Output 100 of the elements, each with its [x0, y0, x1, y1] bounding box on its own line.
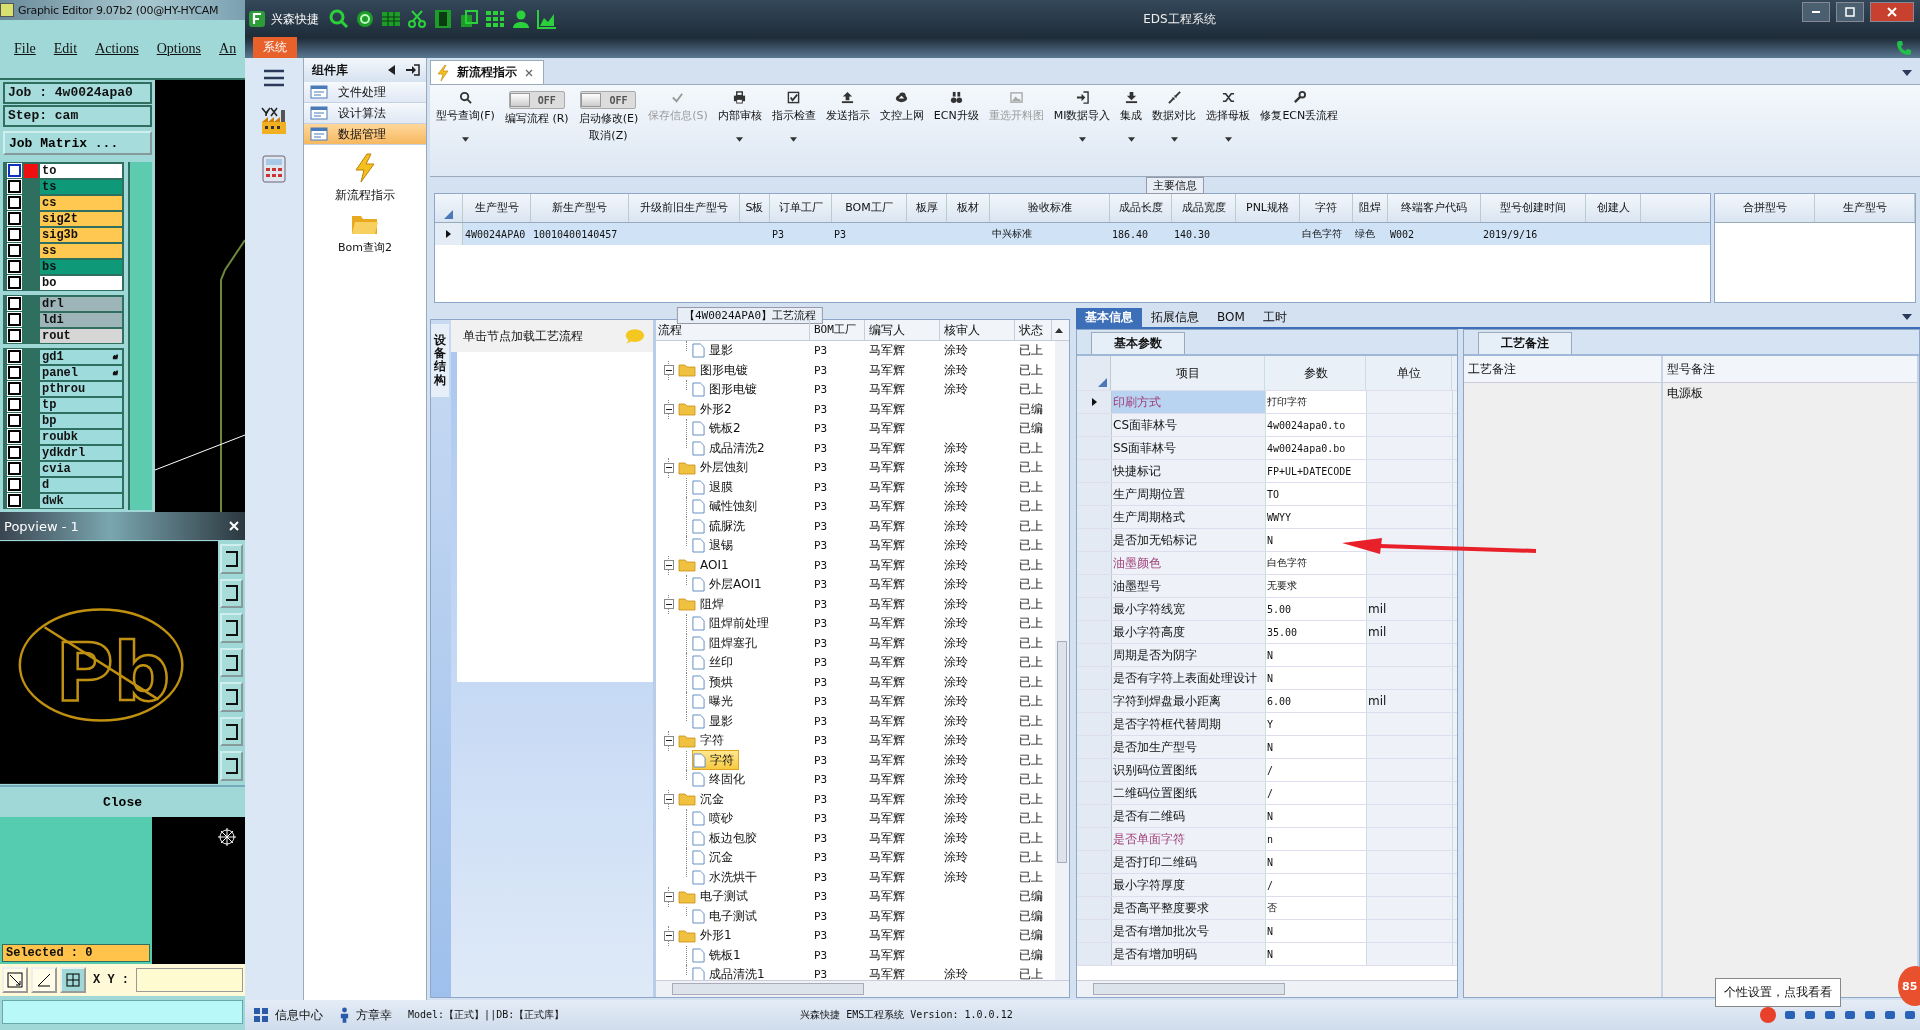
table-cell: P3 — [814, 909, 828, 923]
table-cell: 马军辉 — [869, 830, 905, 845]
table-cell: P3 — [814, 851, 828, 865]
table-cell: TO — [1266, 483, 1367, 505]
table-cell: 马军辉 — [869, 674, 905, 689]
table-cell: N — [1266, 736, 1367, 758]
table-cell: 马军辉 — [869, 850, 905, 865]
table-cell: 涂玲 — [944, 635, 968, 650]
table-cell: 绿色 — [1355, 228, 1375, 239]
table-cell: mil — [1368, 602, 1387, 616]
table-cell: 4W0024APA0 — [465, 228, 526, 240]
table-cell: P3 — [814, 597, 828, 611]
table-cell: P3 — [814, 500, 828, 514]
table-cell: 涂玲 — [944, 343, 968, 358]
table-cell: P3 — [814, 383, 828, 397]
table-cell: 已上 — [1019, 538, 1043, 553]
table-cell: 马军辉 — [869, 928, 905, 943]
window-title: Graphic Editor 9.07b2 (00@HY-HYCAM — [18, 3, 219, 17]
table-cell: N — [1266, 644, 1367, 666]
app-name: 兴森快捷 — [271, 10, 319, 28]
table-cell: P3 — [814, 656, 828, 670]
table-cell: 中兴标准 — [992, 228, 1032, 239]
table-cell: 已上 — [1019, 460, 1043, 475]
table-cell: N — [1266, 529, 1367, 551]
table-cell: P3 — [814, 402, 828, 416]
table-cell: 涂玲 — [944, 440, 968, 455]
table-cell: 马军辉 — [869, 635, 905, 650]
table-cell: P3 — [814, 812, 828, 826]
step-label: Step: cam — [3, 105, 152, 127]
table-cell: P3 — [814, 617, 828, 631]
table-cell: 已上 — [1019, 830, 1043, 845]
table-cell: 已编 — [1019, 401, 1043, 416]
table-cell: 马军辉 — [869, 499, 905, 514]
table-cell: P3 — [834, 228, 847, 240]
table-cell: 已上 — [1019, 343, 1043, 358]
table-cell: 已上 — [1019, 518, 1043, 533]
table-cell: 涂玲 — [944, 577, 968, 592]
table-cell: 已上 — [1019, 752, 1043, 767]
table-cell: P3 — [814, 422, 828, 436]
table-cell: 已上 — [1019, 655, 1043, 670]
table-cell: 涂玲 — [944, 616, 968, 631]
table-cell: 涂玲 — [944, 791, 968, 806]
table-cell: 马军辉 — [869, 967, 905, 980]
table-cell: 马军辉 — [869, 401, 905, 416]
table-cell: 涂玲 — [944, 811, 968, 826]
table-cell: 马军辉 — [869, 733, 905, 748]
table-cell: 涂玲 — [944, 538, 968, 553]
table-cell: 马军辉 — [869, 889, 905, 904]
hint-text: 单击节点加载工艺流程 — [463, 327, 583, 345]
table-cell: P3 — [814, 675, 828, 689]
table-cell: 涂玲 — [944, 772, 968, 787]
table-cell: 已上 — [1019, 440, 1043, 455]
toggle-label: 启动修改(E) — [578, 111, 639, 126]
table-cell: 涂玲 — [944, 479, 968, 494]
table-cell: 涂玲 — [944, 460, 968, 475]
table-cell: N — [1266, 667, 1367, 689]
table-cell: 马军辉 — [869, 772, 905, 787]
table-cell: 马军辉 — [869, 616, 905, 631]
table-cell: 已上 — [1019, 557, 1043, 572]
table-cell: 马军辉 — [869, 538, 905, 553]
table-cell: 马军辉 — [869, 752, 905, 767]
table-cell: 已上 — [1019, 694, 1043, 709]
table-cell: Y — [1266, 713, 1367, 735]
table-cell: 已上 — [1019, 733, 1043, 748]
table-cell: 马军辉 — [869, 947, 905, 962]
table-cell: / — [1266, 782, 1367, 804]
table-cell: 马军辉 — [869, 460, 905, 475]
table-cell: 涂玲 — [944, 596, 968, 611]
table-cell: P3 — [814, 714, 828, 728]
table-cell: P3 — [814, 363, 828, 377]
table-cell: 已编 — [1019, 421, 1043, 436]
column-header: 型号备注 — [1663, 356, 1917, 383]
window-title: Popview - 1 — [4, 518, 79, 534]
table-cell: 已上 — [1019, 382, 1043, 397]
table-cell: P3 — [814, 578, 828, 592]
table-cell: 已上 — [1019, 577, 1043, 592]
table-cell: 无要求 — [1266, 575, 1367, 597]
table-cell: 10010400140457 — [533, 228, 618, 240]
table-cell: 涂玲 — [944, 382, 968, 397]
table-cell: 马军辉 — [869, 869, 905, 884]
table-cell: 白色字符 — [1266, 552, 1367, 574]
table-cell: 已上 — [1019, 811, 1043, 826]
table-cell: 涂玲 — [944, 752, 968, 767]
job-label: Job : 4w0024apa0 — [3, 82, 152, 104]
table-cell: 6.00 — [1266, 690, 1367, 712]
table-cell: 否 — [1266, 897, 1367, 919]
table-cell: 4w0024apa0.to — [1266, 414, 1367, 436]
window-title: EDS工程系统 — [1142, 10, 1217, 28]
table-cell: 马军辉 — [869, 557, 905, 572]
table-cell: 涂玲 — [944, 655, 968, 670]
table-cell: 马军辉 — [869, 655, 905, 670]
table-cell: 马军辉 — [869, 440, 905, 455]
table-cell: 2019/9/16 — [1483, 228, 1538, 240]
status-text: 兴森快捷 EMS工程系统 Version: 1.0.0.12 — [800, 1008, 1013, 1022]
table-cell: W002 — [1390, 228, 1415, 240]
table-cell: FP+UL+DATECODE — [1266, 460, 1367, 482]
group-title: 主要信息 — [1146, 177, 1204, 194]
table-cell: 涂玲 — [944, 557, 968, 572]
table-cell: 打印字符 — [1266, 391, 1367, 413]
table-cell: 马军辉 — [869, 343, 905, 358]
